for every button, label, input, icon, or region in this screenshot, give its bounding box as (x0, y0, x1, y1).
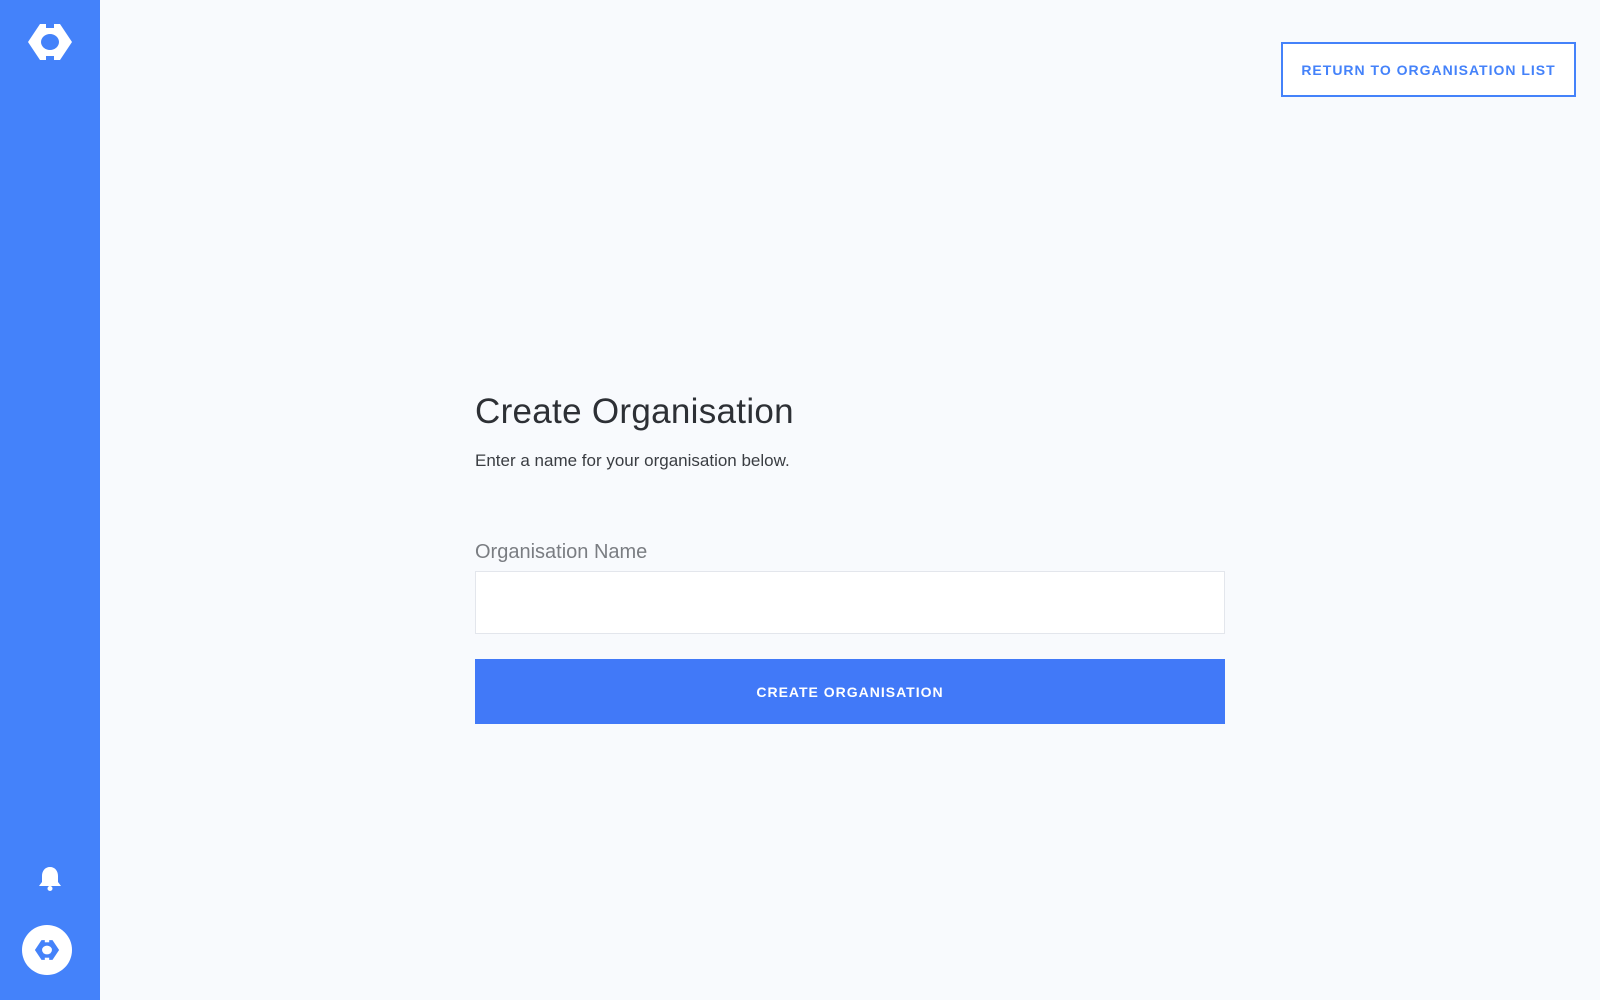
return-to-organisation-list-button[interactable]: RETURN TO ORGANISATION LIST (1281, 42, 1576, 97)
page-subtitle: Enter a name for your organisation below… (475, 451, 790, 470)
organisation-name-label: Organisation Name (475, 541, 648, 563)
organisation-name-input[interactable] (475, 571, 1225, 634)
avatar[interactable] (22, 925, 72, 975)
create-organisation-button[interactable]: CREATE ORGANISATION (475, 659, 1225, 724)
bell-icon[interactable] (36, 864, 64, 892)
app-logo-icon[interactable] (26, 22, 74, 62)
organisation-logo-icon (34, 939, 60, 961)
page-title: Create Organisation (475, 392, 794, 431)
sidebar (0, 0, 100, 1000)
create-organisation-form: Create Organisation Enter a name for you… (475, 390, 1225, 724)
